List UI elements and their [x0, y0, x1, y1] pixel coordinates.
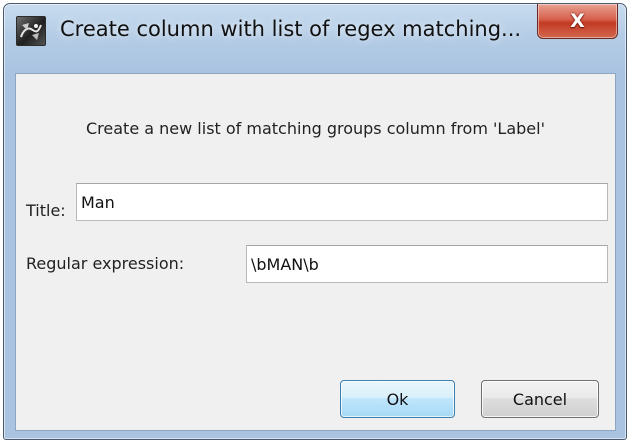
dialog-window: Create column with list of regex matchin… [3, 3, 627, 440]
title-input[interactable] [76, 183, 608, 221]
dialog-body: Create a new list of matching groups col… [15, 73, 616, 431]
title-bar[interactable]: Create column with list of regex matchin… [4, 4, 626, 74]
dialog-message: Create a new list of matching groups col… [86, 119, 545, 138]
close-icon: X [570, 9, 585, 32]
app-icon [16, 16, 46, 46]
close-button[interactable]: X [537, 4, 618, 39]
window-title: Create column with list of regex matchin… [60, 17, 522, 41]
regex-label: Regular expression: [26, 254, 185, 273]
regex-input[interactable] [246, 245, 608, 283]
ok-button[interactable]: Ok [340, 380, 455, 418]
title-label: Title: [26, 201, 66, 220]
cancel-button[interactable]: Cancel [481, 380, 599, 418]
